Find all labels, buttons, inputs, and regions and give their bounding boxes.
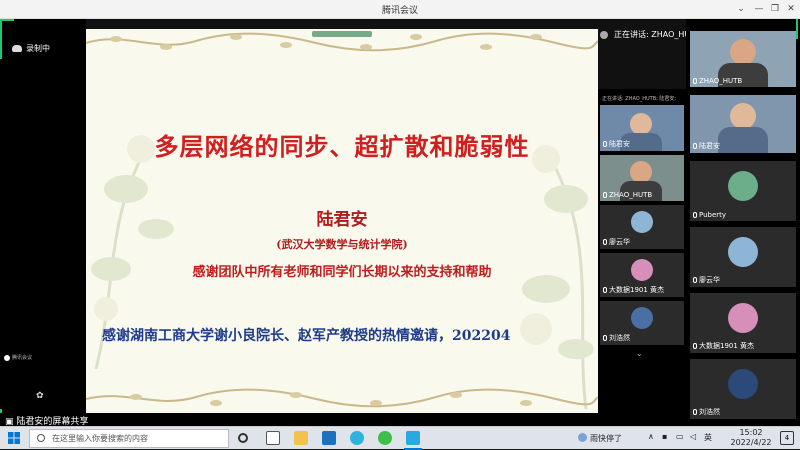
slide-author: 陆君安 bbox=[316, 210, 368, 230]
avatar bbox=[728, 369, 758, 399]
participant-tile[interactable]: 大数据1901 黄杰 bbox=[600, 253, 684, 297]
speaker-icon bbox=[600, 31, 608, 39]
clock-date: 2022/4/22 bbox=[730, 438, 772, 447]
screen-share-bar[interactable]: ▣ 陆君安的屏幕共享 bbox=[0, 413, 598, 427]
tencent-meeting-icon[interactable] bbox=[406, 431, 420, 445]
mic-icon bbox=[693, 343, 697, 349]
ime-indicator[interactable]: 英 bbox=[704, 432, 712, 443]
task-view-icon[interactable] bbox=[266, 431, 280, 445]
close-button[interactable]: ✕ bbox=[784, 2, 798, 16]
mic-icon bbox=[693, 212, 697, 218]
vine-decoration-bottom bbox=[86, 388, 598, 408]
mic-icon bbox=[693, 78, 697, 84]
window-titlebar: 腾讯会议 ⌄ — ❐ ✕ bbox=[0, 0, 800, 19]
network-icon[interactable]: ▭ bbox=[676, 432, 684, 441]
participant-name: 陆君安 bbox=[699, 142, 720, 150]
minimize-button[interactable]: — bbox=[752, 2, 766, 16]
meeting-stage: 录制中 腾讯会议 ✿ 多层网络的同步、超扩散和脆弱性 陆君安 (武汉大学数学与统… bbox=[0, 19, 800, 427]
file-explorer-icon[interactable] bbox=[294, 431, 308, 445]
recording-indicator[interactable]: 录制中 bbox=[12, 43, 50, 54]
avatar bbox=[728, 303, 758, 333]
taskbar-search-input[interactable]: 在这里输入你要搜索的内容 bbox=[29, 429, 229, 448]
system-clock[interactable]: 15:02 2022/4/22 bbox=[728, 428, 774, 448]
participant-tile[interactable]: ZHAO_HUTB bbox=[690, 31, 796, 87]
cloud-record-icon bbox=[12, 45, 22, 52]
mini-meeting-label[interactable]: 腾讯会议 bbox=[4, 354, 32, 361]
participant-tile[interactable]: 陆君安 bbox=[600, 105, 684, 151]
volume-icon[interactable]: ◁ bbox=[690, 432, 696, 441]
mic-icon bbox=[693, 277, 697, 283]
weather-icon bbox=[578, 433, 587, 442]
participant-face bbox=[630, 113, 652, 135]
slide-title: 多层网络的同步、超扩散和脆弱性 bbox=[154, 132, 530, 161]
tray-app-icon[interactable]: ▪ bbox=[662, 432, 667, 441]
weather-text[interactable]: 雨快停了 bbox=[590, 433, 622, 444]
notification-center-icon[interactable]: 4 bbox=[780, 431, 794, 445]
participant-name: 廖云华 bbox=[699, 276, 720, 284]
left-rail: 录制中 腾讯会议 ✿ bbox=[0, 19, 86, 426]
mic-icon bbox=[603, 239, 607, 245]
focus-corner bbox=[0, 19, 2, 59]
avatar bbox=[728, 237, 758, 267]
participant-name: 刘浩然 bbox=[609, 334, 630, 342]
participant-face bbox=[730, 103, 756, 129]
participant-tile[interactable]: 廖云华 bbox=[600, 205, 684, 249]
window-title: 腾讯会议 bbox=[381, 6, 418, 16]
participant-name: 廖云华 bbox=[609, 238, 630, 246]
mic-icon bbox=[693, 143, 697, 149]
shared-slide: 多层网络的同步、超扩散和脆弱性 陆君安 (武汉大学数学与统计学院) 感谢团队中所… bbox=[86, 29, 598, 413]
wechat-icon[interactable] bbox=[378, 431, 392, 445]
avatar bbox=[631, 211, 653, 233]
focus-corner bbox=[796, 19, 798, 39]
chevron-up-icon[interactable]: ∧ bbox=[648, 432, 654, 441]
mic-icon bbox=[603, 192, 607, 198]
mic-icon bbox=[603, 287, 607, 293]
participant-tile[interactable]: 大数据1901 黄杰 bbox=[690, 293, 796, 353]
windows-start-icon[interactable] bbox=[8, 432, 20, 444]
search-placeholder: 在这里输入你要搜索的内容 bbox=[52, 434, 148, 443]
slide-thanks: 感谢团队中所有老师和同学们长期以来的支持和帮助 bbox=[192, 265, 492, 280]
participant-name: 大数据1901 黄杰 bbox=[699, 342, 755, 350]
mini-speaking-label: 正在讲话: ZHAO_HUTB; 陆君安; bbox=[602, 96, 677, 102]
participant-name: Puberty bbox=[699, 211, 727, 219]
participant-tile[interactable]: 刘浩然 bbox=[690, 359, 796, 419]
participant-tile[interactable]: 刘浩然 bbox=[600, 301, 684, 345]
avatar bbox=[631, 259, 653, 281]
restore-button[interactable]: ❐ bbox=[768, 2, 782, 16]
recording-label: 录制中 bbox=[26, 44, 50, 53]
focus-corner bbox=[0, 19, 14, 21]
participant-name: 大数据1901 黄杰 bbox=[609, 286, 665, 294]
participant-name: 刘浩然 bbox=[699, 408, 720, 416]
menu-button[interactable]: ⌄ bbox=[734, 2, 748, 16]
mail-icon[interactable] bbox=[322, 431, 336, 445]
participant-tile[interactable]: Puberty bbox=[690, 161, 796, 221]
mic-icon bbox=[693, 409, 697, 415]
mic-icon bbox=[603, 141, 607, 147]
avatar bbox=[728, 171, 758, 201]
participant-column-right: ZHAO_HUTB 陆君安 Puberty 廖云华 大数据1901 黄杰 刘浩然 bbox=[686, 19, 800, 426]
chevron-down-icon[interactable]: ⌄ bbox=[636, 349, 643, 358]
avatar bbox=[4, 354, 10, 361]
avatar bbox=[631, 307, 653, 329]
clock-time: 15:02 bbox=[739, 428, 763, 437]
cortana-icon[interactable] bbox=[238, 433, 248, 443]
participant-tile[interactable]: 廖云华 bbox=[690, 227, 796, 287]
slide-invite: 感谢湖南工商大学谢小良院长、赵军产教授的热情邀请，202204 bbox=[102, 328, 511, 344]
mic-icon bbox=[603, 335, 607, 341]
participant-face bbox=[730, 39, 756, 65]
participant-name: ZHAO_HUTB bbox=[609, 191, 653, 199]
participant-name: ZHAO_HUTB bbox=[699, 77, 743, 85]
search-icon bbox=[37, 434, 45, 442]
participant-body bbox=[718, 127, 768, 153]
windows-taskbar: 在这里输入你要搜索的内容 雨快停了 ∧ ▪ ▭ ◁ 英 15:02 2022/4… bbox=[0, 426, 800, 450]
participant-name: 陆君安 bbox=[609, 140, 630, 148]
share-toggle-icon[interactable]: ✿ bbox=[36, 391, 44, 401]
participant-column-mid: 正在讲话: ZHAO_HUTB; 陆君安; 陆君安 ZHAO_HUTB 廖云华 … bbox=[598, 89, 686, 426]
participant-face bbox=[630, 161, 652, 183]
participant-tile[interactable]: ZHAO_HUTB bbox=[600, 155, 684, 201]
participant-tile[interactable]: 陆君安 bbox=[690, 95, 796, 153]
edge-icon[interactable] bbox=[350, 431, 364, 445]
share-status-pill[interactable] bbox=[312, 31, 372, 37]
slide-affiliation: (武汉大学数学与统计学院) bbox=[276, 238, 408, 251]
